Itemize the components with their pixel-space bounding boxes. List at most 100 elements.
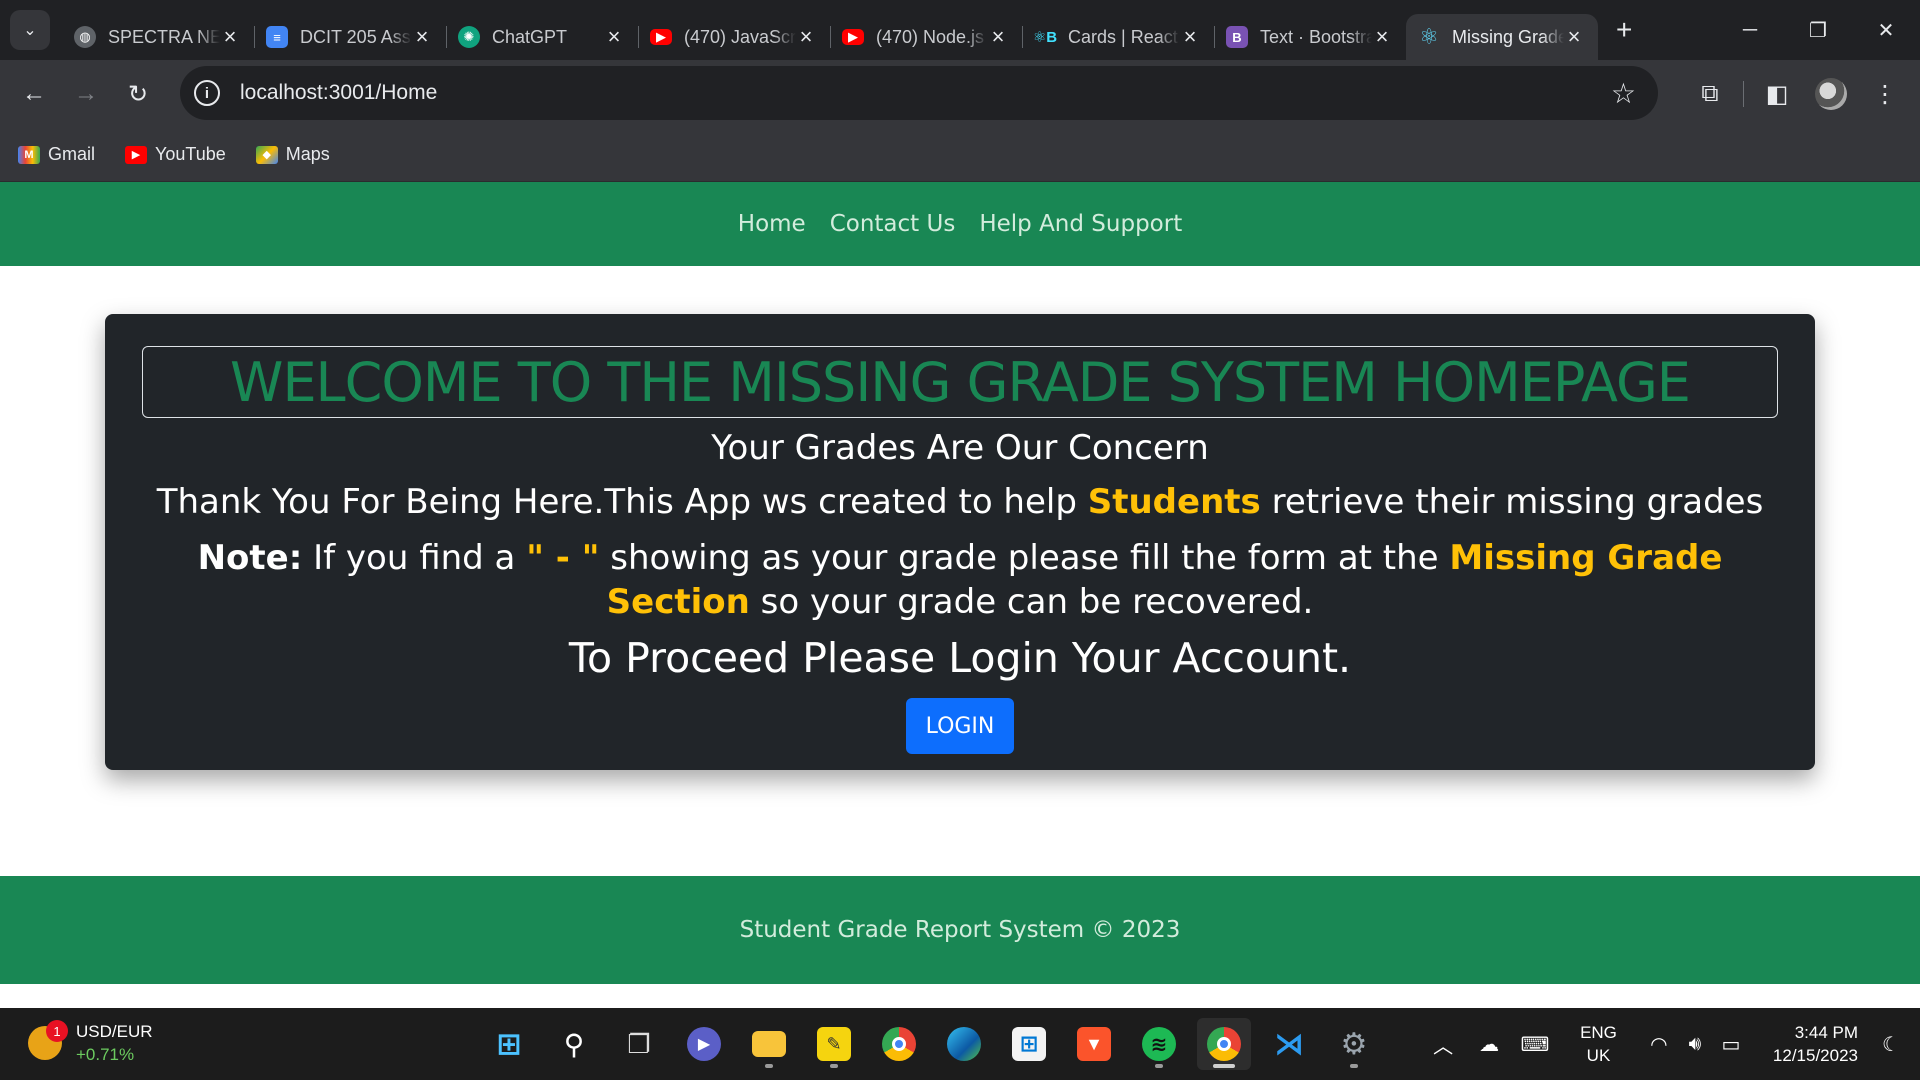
bookmark-youtube[interactable]: ▶ YouTube: [125, 144, 226, 165]
new-tab-button[interactable]: +: [1616, 14, 1632, 46]
close-icon[interactable]: ×: [220, 26, 240, 48]
windows-logo-icon: ⊞: [496, 1027, 522, 1061]
close-icon[interactable]: ×: [604, 26, 624, 48]
gmail-icon: M: [18, 145, 40, 164]
toolbar-divider: [1743, 81, 1744, 107]
window-close-icon[interactable]: ✕: [1852, 0, 1920, 60]
chrome-glyph: [882, 1027, 916, 1061]
settings-icon[interactable]: ⚙: [1327, 1018, 1381, 1070]
chrome-icon[interactable]: [872, 1018, 926, 1070]
chevron-up-icon[interactable]: ︿: [1420, 1030, 1466, 1059]
brave-icon[interactable]: ▼: [1067, 1018, 1121, 1070]
tab-search-icon[interactable]: ⌄: [10, 10, 50, 50]
tab[interactable]: ⚛B Cards | React Bootstrap ×: [1022, 14, 1214, 60]
docs-icon: ≡: [266, 26, 288, 48]
volume-icon[interactable]: 🔊︎: [1677, 1033, 1713, 1056]
currency-widget-icon: 1: [28, 1020, 68, 1060]
side-panel-icon[interactable]: ◧: [1750, 67, 1804, 121]
extensions-icon[interactable]: ⧉: [1683, 67, 1737, 121]
reload-icon[interactable]: ↻: [112, 68, 164, 120]
windows-start-icon[interactable]: ⊞: [482, 1018, 536, 1070]
bookmark-star-icon[interactable]: ☆: [1611, 77, 1636, 110]
site-footer: Student Grade Report System © 2023: [0, 876, 1920, 984]
sticky-notes-icon[interactable]: ✎: [807, 1018, 861, 1070]
profile-avatar[interactable]: [1804, 67, 1858, 121]
nav-link-contact-us[interactable]: Contact Us: [830, 211, 956, 237]
language-indicator[interactable]: ENG UK: [1580, 1021, 1617, 1067]
task-view-icon[interactable]: ❐: [612, 1018, 666, 1070]
tab[interactable]: ◍ SPECTRA NET ×: [62, 14, 254, 60]
site-info-icon[interactable]: i: [194, 80, 220, 106]
bookmark-maps[interactable]: ◆ Maps: [255, 144, 330, 165]
note-text-end: so your grade can be recovered.: [749, 582, 1314, 622]
spotify-icon[interactable]: ≋: [1132, 1018, 1186, 1070]
url-text[interactable]: localhost:3001/Home: [240, 81, 437, 105]
tab-title: (470) Node.js: [876, 26, 985, 47]
teams-glyph: ▶: [687, 1027, 721, 1061]
close-icon[interactable]: ×: [1372, 26, 1392, 48]
address-bar[interactable]: i localhost:3001/Home ☆: [180, 66, 1658, 120]
onedrive-icon[interactable]: ☁: [1466, 1032, 1512, 1057]
close-icon[interactable]: ×: [988, 26, 1008, 48]
battery-icon[interactable]: ▭: [1713, 1032, 1749, 1057]
folder-icon: [752, 1031, 786, 1057]
tab[interactable]: ▶ (470) Node.js ×: [830, 14, 1022, 60]
page-title: WELCOME TO THE MISSING GRADE SYSTEM HOME…: [230, 350, 1691, 414]
edge-glyph: [947, 1027, 981, 1061]
tab[interactable]: B Text · Bootstrap ×: [1214, 14, 1406, 60]
close-icon[interactable]: ×: [412, 26, 432, 48]
edge-icon[interactable]: [937, 1018, 991, 1070]
welcome-message: Thank You For Being Here.This App ws cre…: [105, 482, 1815, 522]
welcome-subtitle: Your Grades Are Our Concern: [711, 428, 1209, 468]
welcome-message-start: Thank You For Being Here.This App ws cre…: [156, 482, 1088, 522]
running-indicator: [1155, 1064, 1163, 1068]
teams-icon[interactable]: ▶: [677, 1018, 731, 1070]
grade-note: Note: If you find a " - " showing as you…: [145, 536, 1775, 624]
focus-moon-icon[interactable]: ☾: [1876, 1032, 1906, 1057]
bookmarks-bar: M Gmail ▶ YouTube ◆ Maps: [0, 128, 1920, 182]
tab-active[interactable]: ⚛ Missing Grade System ×: [1406, 14, 1598, 60]
magnifier-icon: ⚲: [563, 1028, 585, 1060]
taskbar: 1 USD/EUR +0.71% ⊞ ⚲ ❐ ▶ ✎ ⊞ ▼ ≋ ⋊ ⚙ ︿ ☁…: [0, 1008, 1920, 1080]
active-indicator: [1213, 1064, 1235, 1068]
youtube-icon: ▶: [125, 145, 148, 164]
file-explorer-icon[interactable]: [742, 1018, 796, 1070]
chrome-profile-glyph: [1207, 1027, 1241, 1061]
menu-icon[interactable]: ⋮: [1858, 67, 1912, 121]
clock-date: 12/15/2023: [1772, 1046, 1858, 1065]
taskbar-apps: ⊞ ⚲ ❐ ▶ ✎ ⊞ ▼ ≋ ⋊ ⚙: [482, 1018, 1392, 1070]
running-indicator: [830, 1064, 838, 1068]
login-button[interactable]: LOGIN: [906, 698, 1014, 754]
nav-link-home[interactable]: Home: [738, 211, 806, 237]
bookmark-gmail[interactable]: M Gmail: [18, 144, 95, 165]
nav-link-help-and-support[interactable]: Help And Support: [979, 211, 1182, 237]
restore-icon[interactable]: ❐: [1784, 0, 1852, 60]
clock-time: 3:44 PM: [1794, 1023, 1858, 1042]
tab[interactable]: ✺ ChatGPT ×: [446, 14, 638, 60]
tab[interactable]: ▶ (470) JavaScript ×: [638, 14, 830, 60]
microsoft-store-icon[interactable]: ⊞: [1002, 1018, 1056, 1070]
keyboard-layout: UK: [1586, 1046, 1611, 1065]
forward-icon[interactable]: →: [60, 68, 112, 120]
task-view-glyph: ❐: [627, 1028, 651, 1059]
search-icon[interactable]: ⚲: [547, 1018, 601, 1070]
minimize-icon[interactable]: ─: [1716, 0, 1784, 60]
tab-title: Cards | React Bootstrap: [1068, 26, 1180, 47]
currency-widget[interactable]: 1 USD/EUR +0.71%: [28, 1020, 153, 1066]
brave-glyph: ▼: [1077, 1027, 1111, 1061]
note-text-middle: showing as your grade please fill the fo…: [599, 538, 1450, 578]
site-navbar: Home Contact Us Help And Support: [0, 182, 1920, 266]
close-icon[interactable]: ×: [1564, 26, 1584, 48]
back-icon[interactable]: ←: [8, 68, 60, 120]
clock[interactable]: 3:44 PM 12/15/2023: [1773, 1021, 1858, 1067]
vscode-icon[interactable]: ⋊: [1262, 1018, 1316, 1070]
wifi-icon[interactable]: ◠: [1641, 1032, 1677, 1057]
close-icon[interactable]: ×: [796, 26, 816, 48]
system-tray: ︿ ☁ ⌨ ENG UK ◠ 🔊︎ ▭ 3:44 PM 12/15/2023 ☾: [1420, 1008, 1920, 1080]
spectra-icon: ◍: [74, 26, 96, 48]
running-indicator: [765, 1064, 773, 1068]
chrome-profile-icon[interactable]: [1197, 1018, 1251, 1070]
keyboard-icon[interactable]: ⌨: [1512, 1032, 1558, 1057]
close-icon[interactable]: ×: [1180, 26, 1200, 48]
tab[interactable]: ≡ DCIT 205 Assignment ×: [254, 14, 446, 60]
